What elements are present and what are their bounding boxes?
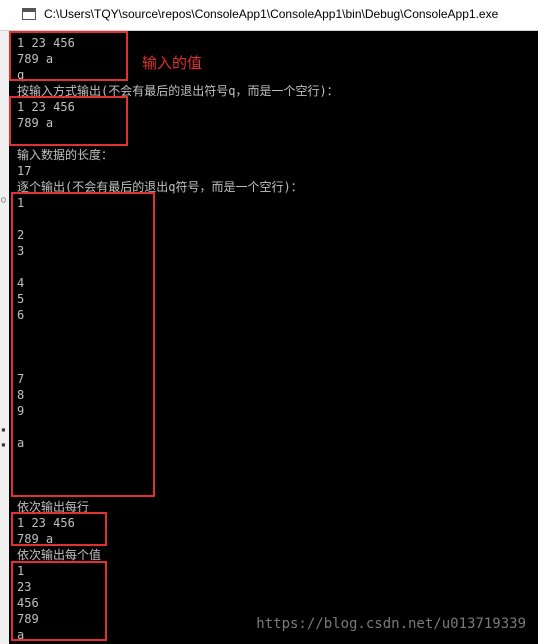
console-line: 17 <box>17 164 32 178</box>
title-bar[interactable]: C:\Users\TQY\source\repos\ConsoleApp1\Co… <box>0 0 538 31</box>
left-gutter: ○ ▪ ▪ <box>0 31 9 644</box>
gutter-marker: ○ <box>1 195 6 204</box>
annotation-label: 输入的值 <box>142 54 203 72</box>
char-output-highlight-box <box>11 192 155 497</box>
console-line: 输入数据的长度： <box>17 148 114 162</box>
value-output-highlight-box <box>11 561 107 641</box>
echo-highlight-box <box>9 96 128 146</box>
line-output-highlight-box <box>11 512 107 546</box>
gutter-marker: ▪ <box>1 440 6 449</box>
window-title: C:\Users\TQY\source\repos\ConsoleApp1\Co… <box>44 7 499 21</box>
watermark: https://blog.csdn.net/u013719339 <box>256 616 526 632</box>
input-highlight-box <box>9 31 128 81</box>
console-window-icon <box>22 8 36 20</box>
gutter-marker: ▪ <box>1 425 6 434</box>
